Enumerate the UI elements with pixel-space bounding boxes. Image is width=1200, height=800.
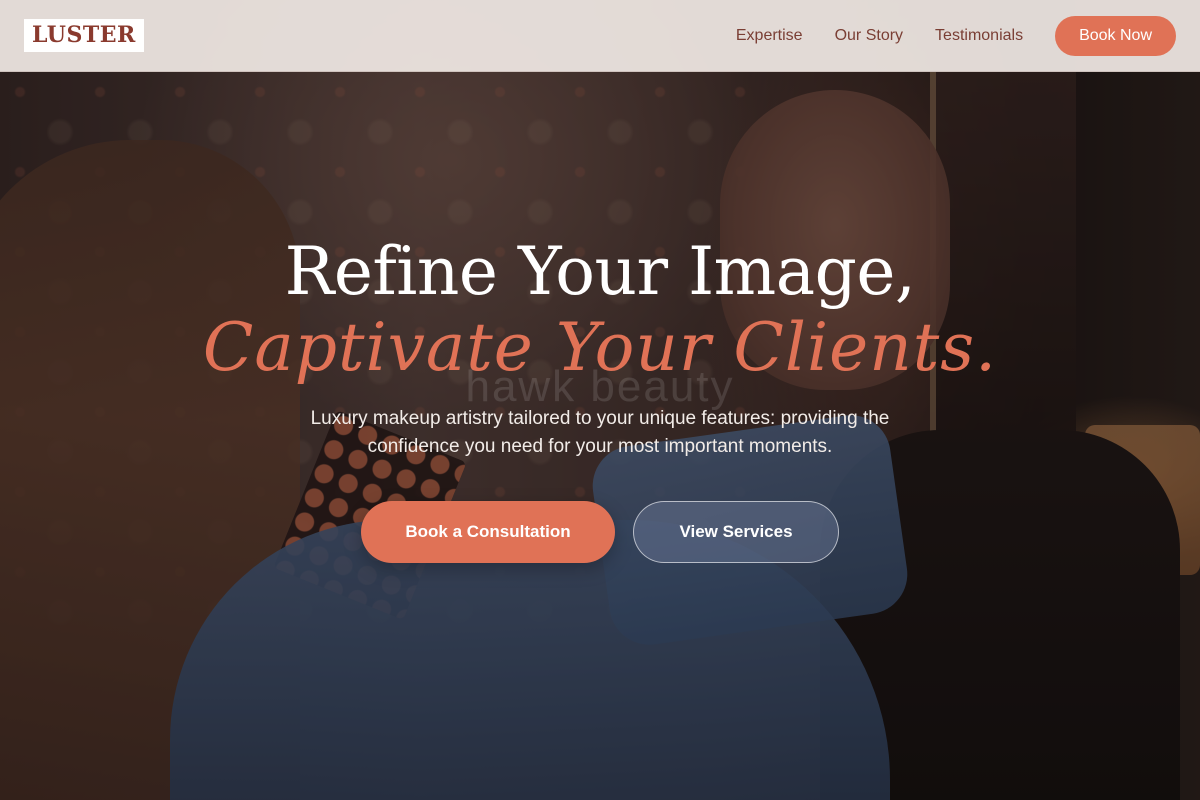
site-header: LUSTER Expertise Our Story Testimonials … (0, 0, 1200, 72)
book-consultation-button[interactable]: Book a Consultation (361, 501, 615, 563)
hero-section: hawk beauty Refine Your Image, Captivate… (0, 72, 1200, 800)
hero-subtext: Luxury makeup artistry tailored to your … (310, 408, 890, 457)
hero-headline-line-2: Captivate Your Clients. (202, 309, 998, 386)
nav-link-testimonials[interactable]: Testimonials (935, 27, 1023, 45)
view-services-button[interactable]: View Services (633, 501, 839, 563)
brand-logo[interactable]: LUSTER (24, 19, 144, 52)
landing-page: LUSTER Expertise Our Story Testimonials … (0, 0, 1200, 800)
book-now-button[interactable]: Book Now (1055, 15, 1176, 56)
hero-headline-line-1: Refine Your Image, (284, 233, 916, 310)
nav-link-expertise[interactable]: Expertise (736, 27, 803, 45)
main-nav: Expertise Our Story Testimonials Book No… (736, 15, 1176, 56)
hero-cta-group: Book a Consultation View Services (0, 501, 1200, 563)
nav-link-our-story[interactable]: Our Story (835, 27, 903, 45)
